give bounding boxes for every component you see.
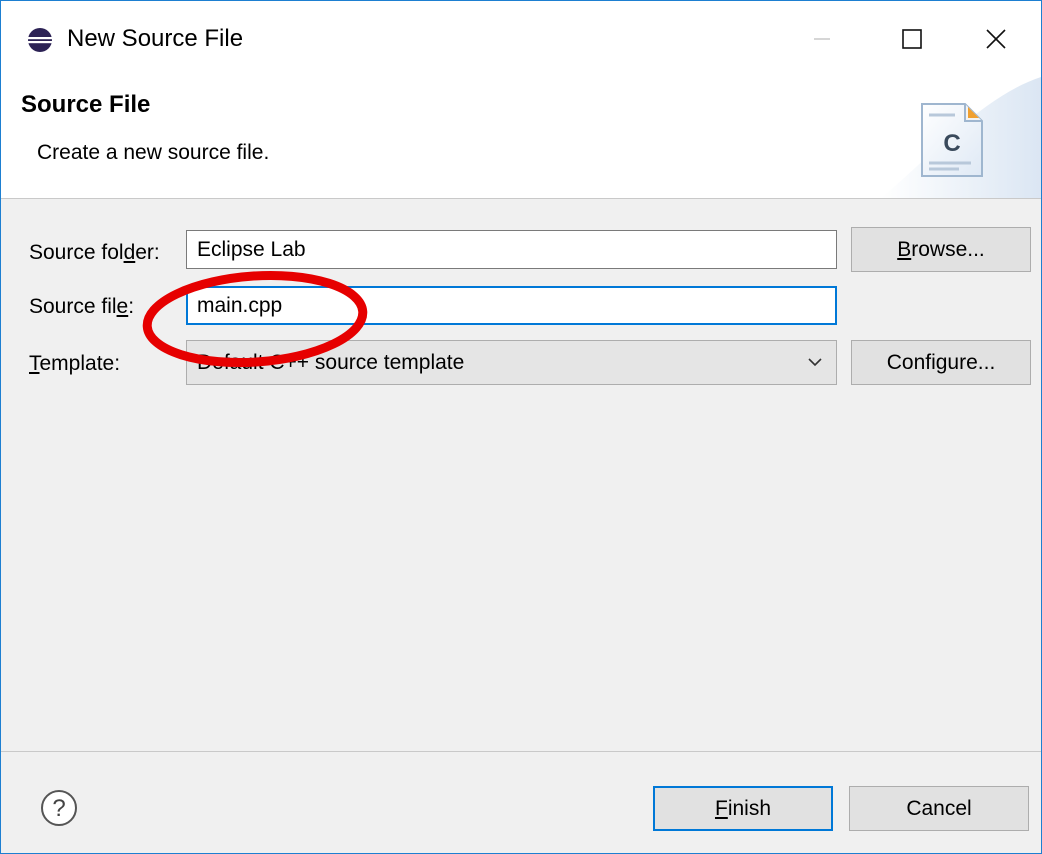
maximize-button[interactable] [867,1,957,77]
maximize-icon [902,29,922,49]
eclipse-icon [28,28,52,52]
source-file-input[interactable]: main.cpp [186,286,837,325]
chevron-down-icon [808,358,822,367]
window-title: New Source File [67,25,244,52]
title-bar[interactable]: New Source File [1,1,1041,77]
minimize-button[interactable] [777,1,867,77]
template-select-value: Default C++ source template [197,351,465,374]
wizard-description: Create a new source file. [37,141,270,164]
svg-text:C: C [943,130,960,157]
wizard-footer: ? Finish Cancel [1,751,1041,853]
close-button[interactable] [951,1,1041,77]
wizard-title: Source File [21,91,151,118]
configure-button[interactable]: Configure... [851,340,1031,385]
finish-button[interactable]: Finish [653,786,833,831]
minimize-icon [814,38,830,40]
source-file-label: Source file: [29,295,135,318]
template-select[interactable]: Default C++ source template [186,340,837,385]
close-icon [986,29,1006,49]
wizard-body: Source folder: Eclipse Lab Browse... Sou… [1,199,1041,751]
source-folder-input[interactable]: Eclipse Lab [186,230,837,269]
cancel-button[interactable]: Cancel [849,786,1029,831]
svg-text:?: ? [52,795,65,822]
c-source-file-icon: C [921,103,983,177]
browse-button[interactable]: Browse... [851,227,1031,272]
dialog-window: New Source File Source File Create a new… [0,0,1042,854]
source-folder-label: Source folder: [29,241,160,264]
wizard-header: Source File Create a new source file. C [1,77,1041,199]
help-icon[interactable]: ? [39,788,79,828]
template-label: Template: [29,352,121,375]
